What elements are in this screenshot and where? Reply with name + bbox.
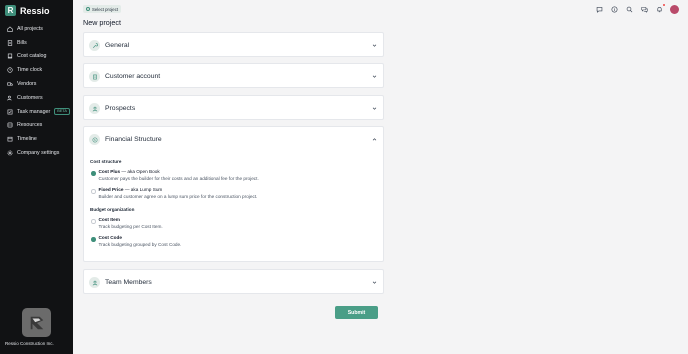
sidebar-item-label: Vendors bbox=[17, 81, 37, 88]
sidebar-item-label: Resources bbox=[17, 122, 43, 129]
sidebar-item-label: Bills bbox=[17, 39, 27, 46]
building-icon bbox=[89, 71, 100, 82]
project-icon bbox=[86, 7, 90, 11]
select-project-button[interactable]: Select project bbox=[83, 5, 122, 13]
chevron-down-icon[interactable] bbox=[372, 43, 377, 48]
prospects-title: Prospects bbox=[105, 105, 136, 112]
tasks-icon bbox=[7, 109, 13, 115]
sidebar-item-cost-catalog[interactable]: Cost catalog bbox=[0, 50, 73, 64]
customer-account-card: Customer account bbox=[83, 63, 384, 88]
cost-code-desc: Track budgeting grouped by Cost Code. bbox=[98, 241, 182, 247]
page-title: New project bbox=[83, 18, 121, 27]
cost-item-desc: Track budgeting per Cost Item. bbox=[98, 223, 163, 229]
budget-organization-label: Budget organization bbox=[90, 207, 135, 212]
sidebar-item-task-manager[interactable]: Task manager BETA bbox=[0, 105, 73, 119]
fixed-price-option[interactable]: Fixed Price — aka Lump Sum Builder and c… bbox=[91, 187, 257, 199]
users-icon bbox=[7, 95, 13, 101]
sidebar-item-all-projects[interactable]: All projects bbox=[0, 22, 73, 36]
team-members-header[interactable]: Team Members bbox=[84, 270, 383, 295]
sidebar-item-resources[interactable]: Resources bbox=[0, 119, 73, 133]
company-logo[interactable] bbox=[22, 308, 51, 337]
file-icon bbox=[7, 39, 13, 46]
sidebar-item-company-settings[interactable]: Company settings bbox=[0, 146, 73, 160]
financial-structure-header[interactable]: $ Financial Structure bbox=[84, 127, 383, 152]
home-icon bbox=[7, 26, 13, 32]
chevron-down-icon[interactable] bbox=[372, 74, 377, 79]
sidebar-item-vendors[interactable]: Vendors bbox=[0, 77, 73, 91]
prospects-header[interactable]: Prospects bbox=[84, 96, 383, 121]
sidebar-item-label: All projects bbox=[17, 25, 43, 32]
brand[interactable]: R Ressio bbox=[5, 5, 50, 16]
cost-plus-radio[interactable] bbox=[91, 171, 96, 176]
notifications-icon[interactable] bbox=[655, 4, 665, 14]
sidebar-item-label: Cost catalog bbox=[17, 53, 47, 60]
chevron-up-icon[interactable] bbox=[372, 137, 377, 142]
wrench-icon bbox=[89, 40, 100, 51]
sidebar-item-label: Customers bbox=[17, 94, 43, 101]
company-logo-icon bbox=[30, 316, 43, 329]
sidebar-item-bills[interactable]: Bills bbox=[0, 36, 73, 50]
general-card: General bbox=[83, 32, 384, 57]
cost-plus-title: Cost Plus bbox=[98, 169, 121, 174]
sidebar-item-label: Task manager bbox=[17, 108, 51, 115]
customer-account-title: Customer account bbox=[105, 73, 161, 80]
cost-code-option[interactable]: Cost Code Track budgeting grouped by Cos… bbox=[91, 235, 181, 247]
submit-button[interactable]: Submit bbox=[335, 306, 378, 319]
sidebar-item-timeline[interactable]: Timeline bbox=[0, 132, 73, 146]
sidebar-item-label: Time clock bbox=[17, 67, 43, 74]
brand-logo-icon: R bbox=[5, 5, 16, 16]
fixed-price-radio[interactable] bbox=[91, 189, 96, 194]
layers-icon bbox=[7, 122, 13, 128]
truck-icon bbox=[7, 81, 13, 87]
messages-icon[interactable] bbox=[640, 5, 649, 14]
fixed-price-aka: — aka Lump Sum bbox=[123, 187, 163, 192]
cost-plus-desc: Customer pays the builder for their cost… bbox=[98, 175, 259, 181]
calendar-icon bbox=[7, 136, 13, 142]
general-header[interactable]: General bbox=[84, 33, 383, 58]
sidebar-item-label: Timeline bbox=[17, 136, 37, 143]
team-members-title: Team Members bbox=[105, 279, 152, 286]
cost-item-option[interactable]: Cost Item Track budgeting per Cost Item. bbox=[91, 217, 163, 229]
chat-icon[interactable] bbox=[595, 5, 604, 14]
info-icon[interactable] bbox=[610, 5, 619, 14]
team-members-card: Team Members bbox=[83, 269, 384, 294]
financial-structure-card: $ Financial Structure Cost structure Cos… bbox=[83, 126, 384, 262]
brand-name: Ressio bbox=[20, 5, 50, 16]
fixed-price-title: Fixed Price bbox=[98, 187, 124, 192]
cost-code-radio[interactable] bbox=[91, 237, 96, 242]
fixed-price-desc: Builder and customer agree on a lump sum… bbox=[98, 193, 258, 199]
avatar[interactable] bbox=[670, 5, 679, 14]
customer-account-header[interactable]: Customer account bbox=[84, 64, 383, 89]
financial-structure-title: Financial Structure bbox=[105, 136, 162, 143]
sidebar-item-time-clock[interactable]: Time clock bbox=[0, 63, 73, 77]
prospects-card: Prospects bbox=[83, 95, 384, 120]
search-icon[interactable] bbox=[625, 5, 634, 14]
cost-item-radio[interactable] bbox=[91, 219, 96, 224]
cost-code-title: Cost Code bbox=[98, 235, 122, 240]
company-name: Ressio Construction Inc. bbox=[5, 341, 54, 346]
cost-plus-option[interactable]: Cost Plus — aka Open Book Customer pays … bbox=[91, 169, 259, 181]
book-icon bbox=[7, 53, 13, 59]
user-icon bbox=[89, 277, 100, 288]
sidebar-nav: All projects Bills Cost catalog Time clo… bbox=[0, 22, 73, 160]
svg-text:$: $ bbox=[94, 138, 96, 142]
sidebar-item-label: Company settings bbox=[17, 150, 60, 157]
cost-item-title: Cost Item bbox=[98, 217, 120, 222]
general-title: General bbox=[105, 42, 130, 49]
cost-structure-label: Cost structure bbox=[90, 159, 122, 164]
sidebar-item-customers[interactable]: Customers bbox=[0, 91, 73, 105]
chevron-down-icon[interactable] bbox=[372, 280, 377, 285]
gear-icon bbox=[7, 150, 13, 156]
user-icon bbox=[89, 103, 100, 114]
cost-plus-aka: — aka Open Book bbox=[120, 169, 160, 174]
clock-icon bbox=[7, 67, 13, 73]
sidebar: R Ressio All projects Bills Cost catalog… bbox=[0, 0, 73, 354]
chevron-down-icon[interactable] bbox=[372, 106, 377, 111]
select-project-label: Select project bbox=[92, 6, 119, 12]
top-icons bbox=[595, 4, 679, 14]
beta-badge: BETA bbox=[54, 108, 70, 116]
dollar-icon: $ bbox=[89, 134, 100, 145]
